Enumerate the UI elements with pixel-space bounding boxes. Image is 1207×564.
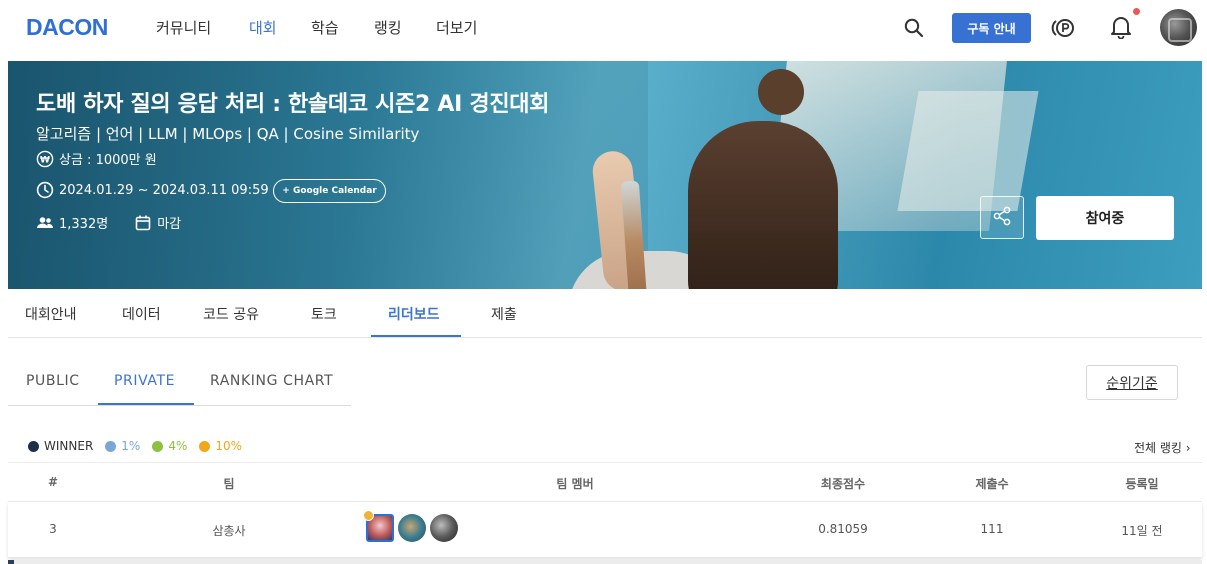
- row-rank: 3: [49, 522, 57, 536]
- active-tab-indicator: [371, 335, 461, 337]
- rank-legend: WINNER 1% 4% 10%: [28, 439, 254, 453]
- member-avatar[interactable]: [430, 514, 458, 542]
- nav-item-competition[interactable]: 대회: [249, 17, 277, 38]
- tab-code-share[interactable]: 코드 공유: [203, 304, 259, 324]
- avatar[interactable]: [1160, 9, 1197, 46]
- row-score: 0.81059: [818, 522, 868, 536]
- team-members: [363, 510, 462, 542]
- nav-item-ranking[interactable]: 랭킹: [374, 17, 402, 38]
- legend-4pct: 4%: [152, 439, 187, 453]
- legend-dot: [105, 440, 117, 452]
- tab-overview[interactable]: 대회안내: [25, 304, 77, 324]
- legend-dot: [28, 440, 39, 452]
- competition-banner: 도배 하자 질의 응답 처리 : 한솔데코 시즌2 AI 경진대회 알고리즘 |…: [8, 61, 1202, 289]
- col-team: 팀: [223, 477, 235, 491]
- col-members: 팀 멤버: [556, 477, 594, 491]
- point-icon[interactable]: [1051, 16, 1077, 40]
- legend-dot: [199, 440, 211, 452]
- svg-text:₩: ₩: [40, 155, 50, 165]
- competition-status: 마감: [157, 217, 182, 232]
- row-submissions: 111: [980, 522, 1004, 536]
- legend-dot: [152, 440, 164, 452]
- bell-icon[interactable]: [1110, 15, 1132, 40]
- competition-tags: 알고리즘 | 언어 | LLM | MLOps | QA | Cosine Si…: [36, 125, 420, 143]
- tab-data[interactable]: 데이터: [122, 304, 161, 324]
- leaderboard-subtabs: PUBLIC PRIVATE RANKING CHART: [8, 365, 351, 406]
- participants-count: 1,332명: [59, 217, 109, 232]
- period-row: 2024.01.29 ~ 2024.03.11 09:59: [36, 181, 269, 199]
- share-button[interactable]: [980, 196, 1024, 239]
- period-text: 2024.01.29 ~ 2024.03.11 09:59: [59, 182, 269, 198]
- competition-title: 도배 하자 질의 응답 처리 : 한솔데코 시즌2 AI 경진대회: [36, 92, 550, 117]
- table-row[interactable]: 3 삼총사 0.81059 111 11일 전: [8, 502, 1202, 558]
- col-score: 최종점수: [820, 477, 866, 491]
- leaderboard-table: # 팀 팀 멤버 최종점수 제출수 등록일 3 삼총사 0.81059 111 …: [8, 462, 1202, 558]
- won-icon: ₩: [36, 150, 54, 168]
- join-button[interactable]: 참여중: [1036, 196, 1174, 240]
- nav-item-learning[interactable]: 학습: [311, 17, 339, 38]
- dacon-logo[interactable]: DACON: [26, 14, 108, 41]
- nav-item-community[interactable]: 커뮤니티: [156, 17, 211, 38]
- col-date: 등록일: [1125, 477, 1159, 491]
- tab-talk[interactable]: 토크: [311, 304, 337, 324]
- member-avatar[interactable]: [398, 514, 426, 542]
- tab-private[interactable]: PRIVATE: [114, 373, 175, 389]
- legend-1pct: 1%: [105, 439, 140, 453]
- row-date: 11일 전: [1121, 524, 1163, 538]
- row-team[interactable]: 삼총사: [212, 522, 245, 539]
- search-icon[interactable]: [903, 17, 925, 39]
- active-subtab-indicator: [98, 403, 194, 405]
- tab-ranking-chart[interactable]: RANKING CHART: [210, 373, 333, 389]
- nav-item-more[interactable]: 더보기: [436, 17, 477, 38]
- member-avatar[interactable]: [363, 510, 394, 542]
- tab-leaderboard[interactable]: 리더보드: [388, 304, 440, 324]
- competition-tabs: 대회안내 데이터 코드 공유 토크 리더보드 제출: [8, 289, 1202, 338]
- table-header: # 팀 팀 멤버 최종점수 제출수 등록일: [8, 462, 1202, 502]
- people-icon: [36, 214, 54, 232]
- legend-winner: WINNER: [28, 439, 93, 453]
- col-rank: #: [47, 475, 59, 489]
- subscribe-button[interactable]: 구독 안내: [952, 13, 1031, 43]
- all-ranking-link[interactable]: 전체 랭킹 ›: [1134, 439, 1191, 456]
- share-icon: [991, 205, 1013, 231]
- next-row-edge: [8, 560, 1202, 564]
- calendar-icon: [134, 214, 152, 232]
- legend-10pct: 10%: [199, 439, 242, 453]
- google-calendar-button[interactable]: + Google Calendar: [273, 179, 386, 203]
- rank-criteria-button[interactable]: 순위기준: [1086, 365, 1178, 400]
- prize-row: ₩ 상금 : 1000만 원: [36, 149, 157, 168]
- notification-dot: [1133, 8, 1140, 15]
- tab-submission[interactable]: 제출: [491, 304, 517, 324]
- clock-icon: [36, 181, 54, 199]
- tab-public[interactable]: PUBLIC: [26, 373, 80, 389]
- col-submissions: 제출수: [975, 477, 1009, 491]
- prize-text: 상금 : 1000만 원: [59, 153, 157, 168]
- top-navigation: DACON 커뮤니티 대회 학습 랭킹 더보기 구독 안내: [0, 0, 1207, 56]
- participants-row: 1,332명 마감: [36, 213, 181, 232]
